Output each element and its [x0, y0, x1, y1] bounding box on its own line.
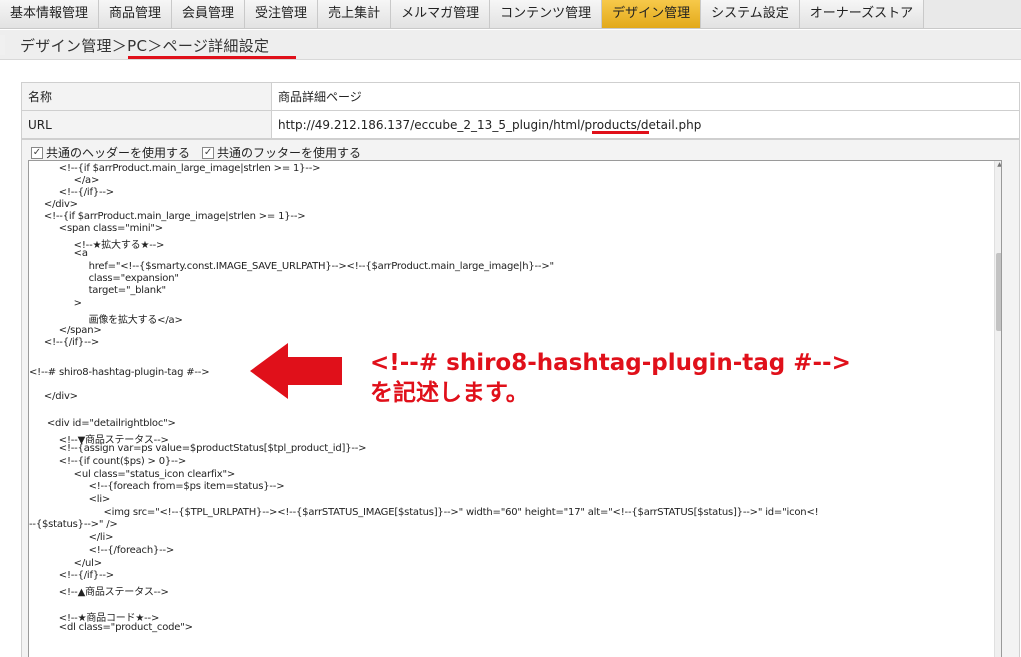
- annotation-line-2: を記述します。: [370, 380, 529, 406]
- code-line: </span>: [29, 325, 102, 336]
- code-line: </div>: [29, 199, 78, 210]
- table-row: URL http://49.212.186.137/eccube_2_13_5_…: [21, 110, 1020, 139]
- code-line: <!--{assign var=ps value=$productStatus[…: [29, 443, 367, 454]
- code-line: <!--{if count($ps) > 0}-->: [29, 456, 187, 467]
- nav-tab[interactable]: オーナーズストア: [799, 0, 925, 28]
- nav-tab[interactable]: 基本情報管理: [0, 0, 100, 28]
- title-marker: [0, 35, 5, 55]
- nav-tab[interactable]: システム設定: [701, 0, 800, 28]
- nav-tab[interactable]: 受注管理: [245, 0, 319, 28]
- code-line: target="_blank": [29, 285, 167, 296]
- scroll-thumb[interactable]: [996, 253, 1001, 331]
- page-title: デザイン管理＞PC＞ページ詳細設定: [20, 37, 270, 55]
- annotation-callout: <!--# shiro8-hashtag-plugin-tag #--> を記述し…: [370, 348, 851, 408]
- nav-tab[interactable]: 会員管理: [172, 0, 246, 28]
- code-line: </div>: [29, 391, 78, 402]
- use-footer-checkbox[interactable]: ✓ 共通のフッターを使用する: [202, 144, 361, 161]
- checkbox-checked-icon[interactable]: ✓: [202, 146, 215, 159]
- left-arrow-icon: [250, 343, 342, 399]
- nav-tab[interactable]: コンテンツ管理: [490, 0, 603, 28]
- table-row: 名称 商品詳細ページ: [21, 82, 1020, 111]
- code-scrollbar[interactable]: ▲: [994, 161, 1001, 657]
- code-line: </a>: [29, 175, 100, 186]
- title-bar: デザイン管理＞PC＞ページ詳細設定: [0, 30, 1021, 60]
- name-value: 商品詳細ページ: [271, 82, 1020, 111]
- use-header-checkbox[interactable]: ✓ 共通のヘッダーを使用する: [31, 144, 190, 161]
- page-info-table: 名称 商品詳細ページ URL http://49.212.186.137/ecc…: [21, 82, 1020, 139]
- url-highlight-underline: [592, 131, 649, 134]
- template-code-textarea[interactable]: ▲ <!--{if $arrProduct.main_large_image|s…: [28, 160, 1002, 657]
- code-line: <!--{/foreach}-->: [29, 545, 175, 556]
- nav-tab[interactable]: 売上集計: [318, 0, 392, 28]
- code-line: <span class="mini">: [29, 223, 163, 234]
- url-label: URL: [21, 110, 272, 139]
- code-line: <a: [29, 248, 88, 259]
- annotation-line-1: <!--# shiro8-hashtag-plugin-tag #-->: [370, 350, 851, 376]
- code-line: </ul>: [29, 558, 102, 569]
- code-line: <!--{/if}-->: [29, 570, 114, 581]
- code-line: <!--{/if}-->: [29, 337, 100, 348]
- header-footer-options: ✓ 共通のヘッダーを使用する ✓ 共通のフッターを使用する: [31, 144, 361, 161]
- nav-tab[interactable]: 商品管理: [99, 0, 173, 28]
- title-highlight-underline: [128, 56, 296, 59]
- code-line: <img src="<!--{$TPL_URLPATH}--><!--{$arr…: [29, 507, 819, 518]
- use-header-label: 共通のヘッダーを使用する: [46, 146, 191, 160]
- code-line: </li>: [29, 532, 114, 543]
- nav-tab[interactable]: メルマガ管理: [391, 0, 491, 28]
- code-line: <li>: [29, 494, 111, 505]
- code-line: <ul class="status_icon clearfix">: [29, 469, 236, 480]
- code-line: <div id="detailrightbloc">: [29, 418, 176, 429]
- code-line: <!--# shiro8-hashtag-plugin-tag #-->: [29, 367, 210, 378]
- code-line: <!--{if $arrProduct.main_large_image|str…: [29, 163, 321, 174]
- checkbox-checked-icon[interactable]: ✓: [31, 146, 43, 159]
- code-line: <!--{foreach from=$ps item=status}-->: [29, 481, 285, 492]
- code-line: <dl class="product_code">: [29, 622, 193, 633]
- code-line: --{$status}-->" />: [29, 519, 118, 530]
- code-line: 画像を拡大する</a>: [29, 315, 183, 326]
- code-line: <!--{if $arrProduct.main_large_image|str…: [29, 211, 306, 222]
- main-nav: 基本情報管理 商品管理 会員管理 受注管理 売上集計 メルマガ管理 コンテンツ管理 デザイン管…: [0, 0, 1021, 29]
- code-line: href="<!--{$smarty.const.IMAGE_SAVE_URLP…: [29, 261, 555, 272]
- code-line: >: [29, 298, 82, 309]
- code-line: <!--▲商品ステータス-->: [29, 587, 169, 598]
- nav-tab[interactable]: デザイン管理: [602, 0, 702, 28]
- name-label: 名称: [21, 82, 272, 111]
- code-line: class="expansion": [29, 273, 179, 284]
- use-footer-label: 共通のフッターを使用する: [217, 146, 362, 160]
- code-line: <!--{/if}-->: [29, 187, 114, 198]
- scroll-up-arrow-icon[interactable]: ▲: [995, 161, 1001, 171]
- url-value: http://49.212.186.137/eccube_2_13_5_plug…: [271, 110, 1020, 139]
